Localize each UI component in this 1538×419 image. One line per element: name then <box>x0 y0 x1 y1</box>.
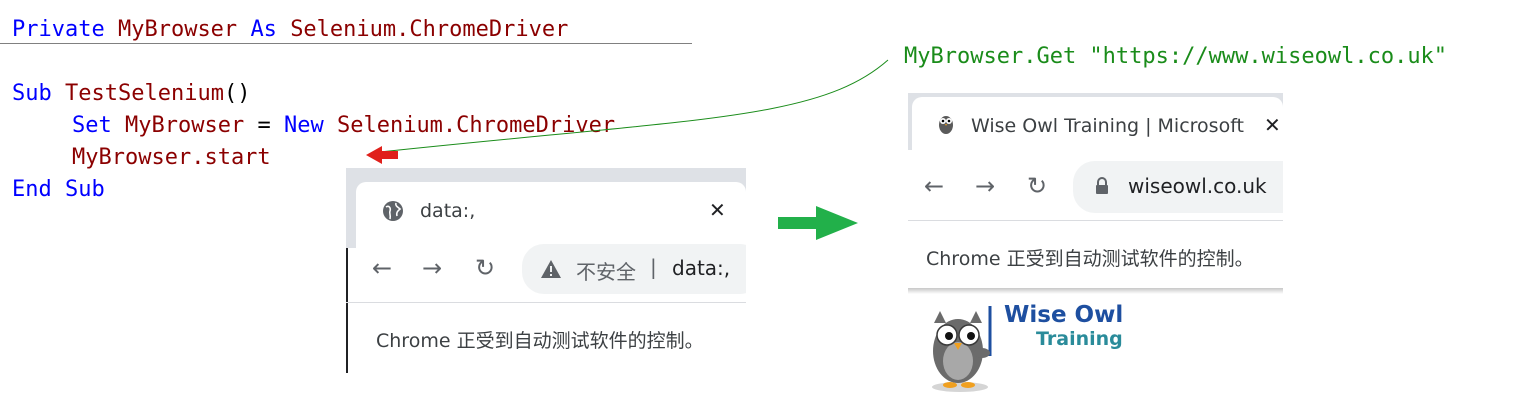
close-tab-icon[interactable]: ✕ <box>1264 113 1281 137</box>
omnibox-url: wiseowl.co.uk <box>1128 174 1267 198</box>
toolbar-divider <box>908 220 1283 221</box>
wise-owl-logo-owl-icon <box>932 306 992 392</box>
back-icon[interactable]: ← <box>372 254 392 282</box>
annotation-overlay <box>366 59 889 240</box>
green-arrow-icon <box>778 206 858 240</box>
tab-title: Wise Owl Training | Microsoft <box>971 115 1245 137</box>
connector-curve <box>379 59 889 153</box>
browser-window-before: data:, ✕ ← → ↻ 不安全 | data:, Chrome 正受到自动… <box>346 168 746 373</box>
not-secure-label: 不安全 <box>576 260 636 284</box>
logo-tagline: Training <box>1036 328 1123 350</box>
forward-icon[interactable]: → <box>975 172 995 200</box>
back-icon[interactable]: ← <box>924 172 944 200</box>
omnibox[interactable]: 不安全 | data:, <box>522 244 746 294</box>
infobar-shadow <box>908 288 1283 294</box>
owl-icon <box>939 116 953 134</box>
reload-icon[interactable]: ↻ <box>475 254 495 282</box>
toolbar-divider <box>346 302 746 303</box>
red-arrow-icon <box>366 146 398 164</box>
close-tab-icon[interactable]: ✕ <box>709 198 726 222</box>
lock-icon <box>1096 177 1108 194</box>
globe-icon <box>383 201 403 221</box>
tab-data[interactable]: data:, ✕ <box>356 182 746 248</box>
omnibox-separator: | <box>650 255 657 279</box>
automation-infobar: Chrome 正受到自动测试软件的控制。 <box>926 248 1254 270</box>
tab-wiseowl[interactable]: Wise Owl Training | Microsoft ✕ <box>912 97 1283 150</box>
automation-infobar: Chrome 正受到自动测试软件的控制。 <box>376 330 704 352</box>
logo-wordmark: Wise Owl <box>1004 302 1124 328</box>
omnibox-url: data:, <box>672 256 731 280</box>
reload-icon[interactable]: ↻ <box>1027 172 1047 200</box>
browser-window-after: Wise Owl Training | Microsoft ✕ ← → ↻ wi… <box>908 93 1283 393</box>
warning-icon <box>541 260 561 278</box>
tab-title: data:, <box>420 200 476 222</box>
omnibox[interactable]: wiseowl.co.uk <box>1073 161 1283 213</box>
forward-icon[interactable]: → <box>422 254 442 282</box>
